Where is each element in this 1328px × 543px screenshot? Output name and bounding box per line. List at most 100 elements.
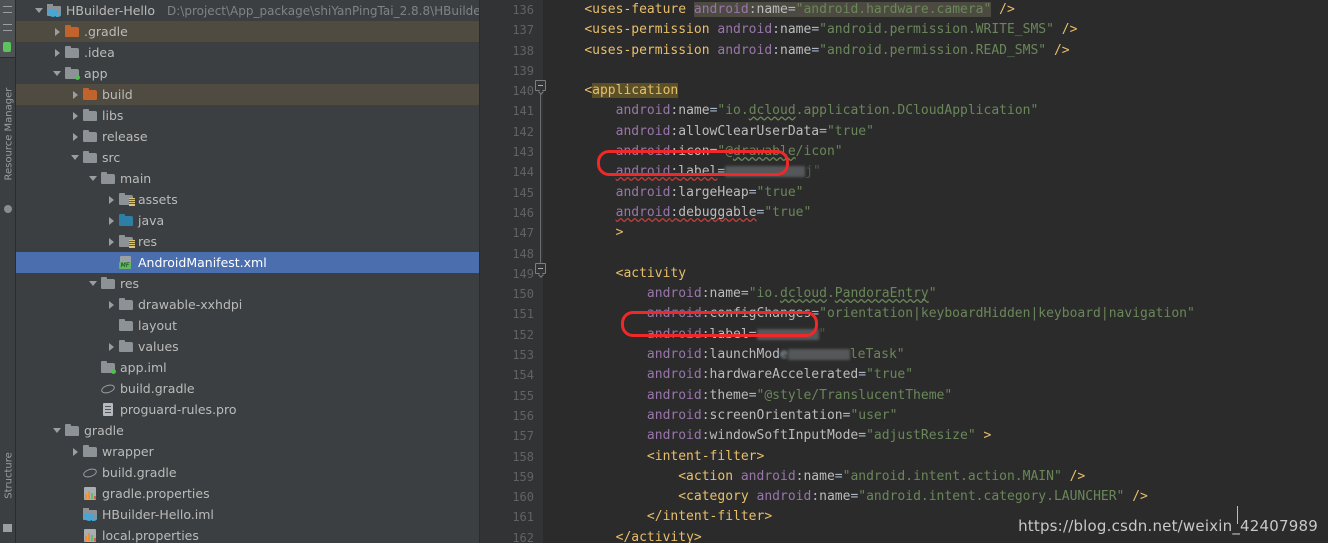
code-line[interactable]: <category android:name="android.intent.c… (553, 487, 1328, 507)
project-module-icon (47, 4, 62, 17)
tool-window-structure[interactable]: Structure (4, 441, 15, 511)
tool-window-resource-manager[interactable]: Resource Manager (4, 88, 15, 181)
no-chevron (106, 257, 117, 268)
chevron-right-icon[interactable] (106, 194, 117, 205)
redacted-text (787, 349, 850, 361)
code-line[interactable]: android:name="io.dcloud.PandoraEntry" (553, 284, 1328, 304)
tree-row[interactable]: wrapper (16, 441, 479, 462)
tree-row[interactable]: HBuilder-Hello D:\project\App_package\shi… (16, 0, 479, 21)
menu-line-icon (3, 12, 12, 13)
tree-row[interactable]: drawable-xxhdpi (16, 294, 479, 315)
gray-dot-icon[interactable] (4, 205, 12, 213)
code-line[interactable]: android:name="io.dcloud.application.DClo… (553, 101, 1328, 121)
properties-file-icon (83, 529, 98, 542)
tree-row[interactable]: local.properties (16, 525, 479, 543)
fold-toggle-application[interactable] (535, 80, 546, 91)
tree-row[interactable]: gradle.properties (16, 483, 479, 504)
tree-row[interactable]: assets (16, 189, 479, 210)
tree-row[interactable]: src (16, 147, 479, 168)
tree-row[interactable]: proguard-rules.pro (16, 399, 479, 420)
chevron-right-icon[interactable] (52, 47, 63, 58)
chevron-right-icon[interactable] (52, 26, 63, 37)
menu-line-icon (3, 6, 12, 7)
code-line[interactable]: <action android:name="android.intent.act… (553, 467, 1328, 487)
code-line[interactable]: <uses-permission android:name="android.p… (553, 41, 1328, 61)
tree-row[interactable]: build.gradle (16, 378, 479, 399)
chevron-right-icon[interactable] (106, 341, 117, 352)
tree-row[interactable]: HBuilder-Hello.iml (16, 504, 479, 525)
code-line[interactable] (553, 244, 1328, 264)
run-icon[interactable] (3, 42, 11, 52)
code-folding-bar[interactable] (534, 0, 548, 543)
tree-row[interactable]: release (16, 126, 479, 147)
fold-toggle-activity[interactable] (535, 263, 546, 274)
tree-row[interactable]: layout (16, 315, 479, 336)
code-line[interactable]: android:debuggable="true" (553, 203, 1328, 223)
tree-row[interactable]: gradle (16, 420, 479, 441)
tree-row[interactable]: res (16, 231, 479, 252)
code-line[interactable]: android:configChanges="orientation|keybo… (553, 304, 1328, 324)
code-line[interactable]: android:allowClearUserData="true" (553, 122, 1328, 142)
chevron-right-icon[interactable] (70, 110, 81, 121)
tree-item-label: .idea (84, 45, 115, 60)
project-tree-panel[interactable]: HBuilder-Hello D:\project\App_package\shi… (16, 0, 480, 543)
code-content[interactable]: <uses-feature android:name="android.hard… (543, 0, 1328, 543)
code-line[interactable]: android:label= j" (553, 162, 1328, 182)
tree-row[interactable]: app (16, 63, 479, 84)
tree-item-label: HBuilder-Hello (66, 3, 156, 18)
code-line[interactable] (553, 61, 1328, 81)
tree-row[interactable]: res (16, 273, 479, 294)
tree-row[interactable]: libs (16, 105, 479, 126)
code-line[interactable]: android:hardwareAccelerated="true" (553, 365, 1328, 385)
chevron-right-icon[interactable] (106, 299, 117, 310)
chevron-down-icon[interactable] (70, 152, 81, 163)
tree-row[interactable]: build (16, 84, 479, 105)
tree-row[interactable]: .idea (16, 42, 479, 63)
tree-row[interactable]: MF AndroidManifest.xml (16, 252, 479, 273)
tree-item-label: wrapper (102, 444, 154, 459)
folder-excluded-icon (83, 88, 98, 101)
chevron-right-icon[interactable] (106, 215, 117, 226)
code-line[interactable]: android:launchMode leTask" (553, 345, 1328, 365)
code-line[interactable]: android:screenOrientation="user" (553, 406, 1328, 426)
chevron-down-icon[interactable] (34, 5, 45, 16)
chevron-down-icon[interactable] (88, 173, 99, 184)
code-line[interactable]: android:largeHeap="true" (553, 183, 1328, 203)
code-line[interactable]: <activity (553, 264, 1328, 284)
code-line[interactable]: <application (553, 81, 1328, 101)
square-icon[interactable] (3, 524, 12, 532)
chevron-right-icon[interactable] (70, 446, 81, 457)
tree-row[interactable]: .gradle (16, 21, 479, 42)
tree-row[interactable]: main (16, 168, 479, 189)
code-line[interactable]: <intent-filter> (553, 447, 1328, 467)
tree-item-label: app (84, 66, 108, 81)
folder-icon (83, 109, 98, 122)
tree-row[interactable]: values (16, 336, 479, 357)
tree-item-label: layout (138, 318, 178, 333)
left-tool-strip[interactable]: Resource Manager Structure (0, 0, 16, 543)
code-editor[interactable]: 136 137 138 139 140 141 142 143 144 145 146 147 148 1… (480, 0, 1328, 543)
chevron-down-icon[interactable] (88, 278, 99, 289)
tree-item-label: res (138, 234, 158, 249)
chevron-right-icon[interactable] (70, 89, 81, 100)
chevron-right-icon[interactable] (106, 236, 117, 247)
module-folder-icon (65, 67, 80, 80)
chevron-right-icon[interactable] (70, 131, 81, 142)
code-line[interactable]: > (553, 223, 1328, 243)
code-line[interactable]: android:theme="@style/TranslucentTheme" (553, 386, 1328, 406)
tree-row[interactable]: build.gradle (16, 462, 479, 483)
chevron-down-icon[interactable] (52, 425, 63, 436)
tree-row[interactable]: java (16, 210, 479, 231)
tree-item-label: src (102, 150, 121, 165)
proguard-file-icon (101, 403, 116, 416)
tree-item-label: release (102, 129, 148, 144)
no-chevron (70, 467, 81, 478)
code-line[interactable]: android:icon="@drawable/icon" (553, 142, 1328, 162)
tree-row[interactable]: app.iml (16, 357, 479, 378)
code-line[interactable]: android:label= " (553, 325, 1328, 345)
code-line[interactable]: <uses-permission android:name="android.p… (553, 20, 1328, 40)
chevron-down-icon[interactable] (52, 68, 63, 79)
code-line[interactable]: android:windowSoftInputMode="adjustResiz… (553, 426, 1328, 446)
code-line[interactable]: <uses-feature android:name="android.hard… (553, 0, 1328, 20)
manifest-file-icon: MF (119, 256, 134, 269)
